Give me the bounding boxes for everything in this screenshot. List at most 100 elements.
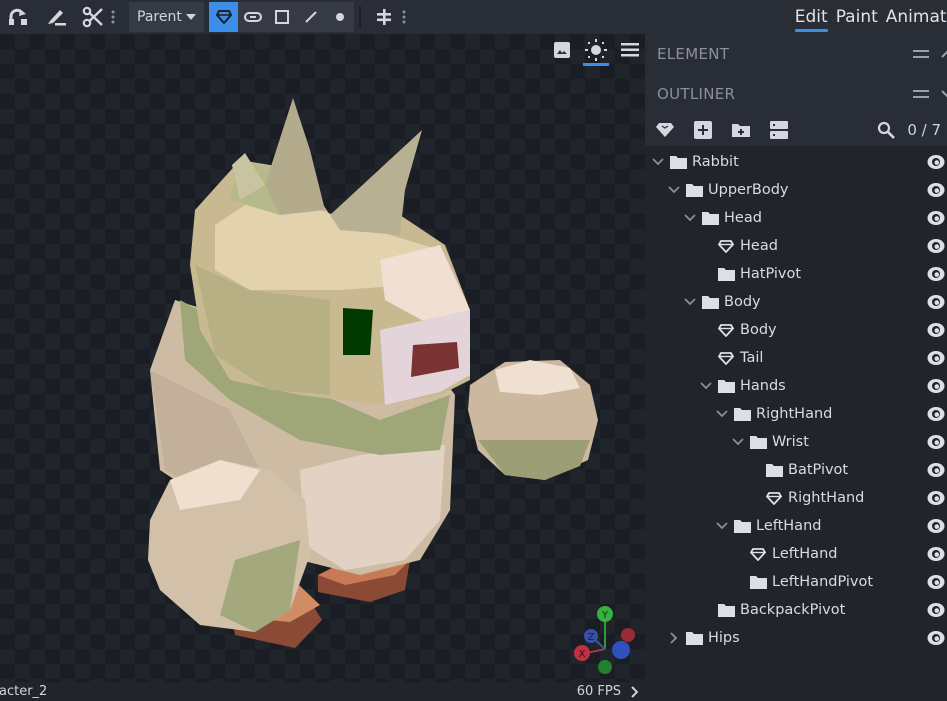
more-vertical-icon (402, 10, 406, 24)
folder-icon (701, 296, 719, 309)
outliner-panel-header[interactable]: OUTLINER (645, 74, 947, 114)
outliner-item[interactable]: LeftHand (645, 512, 947, 540)
element-panel-header[interactable]: ELEMENT (645, 34, 947, 74)
visibility-eye-icon[interactable] (927, 406, 945, 422)
toolbar-divider (359, 6, 361, 28)
mode-tabs: Edit Paint Animate (794, 0, 947, 34)
outliner-item[interactable]: Wrist (645, 428, 947, 456)
visibility-eye-icon[interactable] (927, 154, 945, 170)
axis-gizmo[interactable]: Z Y X (565, 599, 645, 679)
face-tool-button[interactable] (267, 2, 296, 32)
outliner-item[interactable]: LeftHand (645, 540, 947, 568)
pivot-rotate-icon (9, 8, 27, 25)
background-image-button[interactable] (547, 36, 577, 64)
visibility-eye-icon[interactable] (927, 378, 945, 394)
drag-handle-icon[interactable] (913, 50, 929, 58)
visibility-eye-icon[interactable] (927, 350, 945, 366)
outliner-item-label: BatPivot (788, 462, 849, 478)
expand-toggle[interactable] (715, 407, 729, 421)
visibility-eye-icon[interactable] (927, 266, 945, 282)
outliner-item[interactable]: RightHand (645, 400, 947, 428)
expand-toggle[interactable] (667, 631, 681, 645)
folder-icon-wrap (669, 154, 687, 170)
z-axis-label: Z (588, 632, 595, 643)
expand-toggle[interactable] (699, 379, 713, 393)
edge-tool-button[interactable] (296, 2, 325, 32)
outliner-item[interactable]: BackpackPivot (645, 596, 947, 624)
neg-x-axis-handle[interactable] (621, 628, 635, 642)
chevron-right-icon[interactable] (631, 685, 639, 698)
expand-toggle[interactable] (667, 183, 681, 197)
mirror-modeling-button[interactable] (369, 2, 399, 32)
brush-tool-button[interactable] (42, 2, 72, 32)
add-cube-button[interactable] (691, 118, 715, 142)
chevron-down-icon[interactable] (941, 90, 947, 98)
mirror-axis-icon (377, 9, 391, 25)
visibility-eye-icon[interactable] (927, 490, 945, 506)
outliner-item-label: Head (724, 210, 762, 226)
scissors-icon (82, 6, 103, 28)
outliner-item[interactable]: HatPivot (645, 260, 947, 288)
add-mesh-button[interactable] (653, 118, 677, 142)
visibility-eye-icon[interactable] (927, 238, 945, 254)
neg-y-axis-handle[interactable] (598, 660, 612, 674)
visibility-eye-icon[interactable] (927, 630, 945, 646)
neg-z-axis-handle[interactable] (612, 641, 630, 659)
visibility-eye-icon[interactable] (927, 210, 945, 226)
visibility-eye-icon[interactable] (927, 462, 945, 478)
outliner-item[interactable]: Rabbit (645, 148, 947, 176)
3d-viewport[interactable]: Z Y X (0, 34, 645, 682)
expand-toggle[interactable] (683, 295, 697, 309)
visibility-eye-icon[interactable] (927, 546, 945, 562)
search-icon[interactable] (877, 121, 896, 139)
outliner-item[interactable]: Hips (645, 624, 947, 652)
visibility-eye-icon[interactable] (927, 294, 945, 310)
chevron-right-icon (670, 632, 678, 644)
outliner-item[interactable]: Tail (645, 344, 947, 372)
tab-edit[interactable]: Edit (794, 0, 828, 34)
outliner-item[interactable]: Body (645, 288, 947, 316)
cut-tool-button[interactable] (78, 2, 108, 32)
visibility-eye-icon[interactable] (927, 322, 945, 338)
expand-toggle[interactable] (683, 211, 697, 225)
visibility-eye-icon[interactable] (927, 434, 945, 450)
mesh-select-button[interactable] (209, 2, 238, 32)
outliner-item-label: Head (740, 238, 778, 254)
outliner-item[interactable]: Body (645, 316, 947, 344)
collapse-all-button[interactable] (767, 118, 791, 142)
visibility-eye-icon[interactable] (927, 602, 945, 618)
outliner-item[interactable]: Head (645, 204, 947, 232)
vertex-tool-button[interactable] (325, 2, 354, 32)
pivot-tool-button[interactable] (4, 2, 34, 32)
tab-animate[interactable]: Animate (886, 0, 947, 34)
expand-toggle[interactable] (651, 155, 665, 169)
outliner-item[interactable]: Head (645, 232, 947, 260)
element-tools-group (209, 2, 354, 32)
outliner-item[interactable]: Hands (645, 372, 947, 400)
expand-toggle[interactable] (715, 519, 729, 533)
outliner-item[interactable]: UpperBody (645, 176, 947, 204)
outliner-item-label: Wrist (772, 434, 809, 450)
expand-toggle[interactable] (731, 435, 745, 449)
folder-icon-wrap (717, 378, 735, 394)
outliner-item[interactable]: BatPivot (645, 456, 947, 484)
add-group-button[interactable] (729, 118, 753, 142)
visibility-eye-icon[interactable] (927, 182, 945, 198)
selection-count: 0 / 7 (907, 121, 941, 139)
link-tool-button[interactable] (238, 2, 267, 32)
tab-paint[interactable]: Paint (836, 0, 878, 34)
visibility-eye-icon[interactable] (927, 518, 945, 534)
outliner-item[interactable]: LeftHandPivot (645, 568, 947, 596)
outliner-item-label: UpperBody (708, 182, 789, 198)
toolbar-drag-handle-2[interactable] (399, 2, 409, 32)
parent-dropdown[interactable]: Parent (129, 2, 204, 32)
toolbar-drag-handle[interactable] (108, 2, 118, 32)
outliner-item[interactable]: RightHand (645, 484, 947, 512)
chevron-up-icon[interactable] (941, 50, 947, 58)
lighting-button[interactable] (581, 36, 611, 66)
folder-icon-wrap (685, 630, 703, 646)
visibility-eye-icon[interactable] (927, 574, 945, 590)
drag-handle-icon[interactable] (913, 90, 929, 98)
chevron-down-icon (652, 158, 664, 166)
viewport-menu-button[interactable] (615, 36, 645, 64)
